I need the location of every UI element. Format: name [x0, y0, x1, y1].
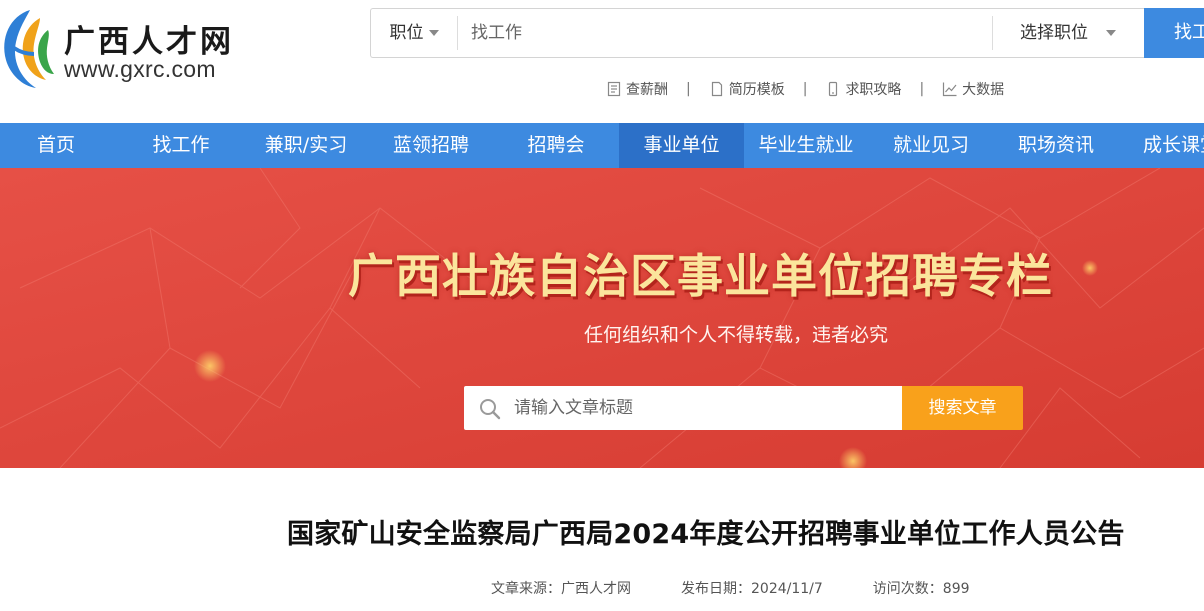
nav-item-internship[interactable]: 就业见习	[875, 123, 987, 168]
nav-item-part-time[interactable]: 兼职/实习	[250, 123, 362, 168]
article-date: 发布日期：2024/11/7	[681, 581, 823, 597]
job-search-bar: 职位 选择职位 找工作	[370, 8, 1204, 58]
nav-item-blue-collar[interactable]: 蓝领招聘	[375, 123, 487, 168]
article-source: 文章来源：广西人才网	[491, 581, 631, 597]
nav-item-graduates[interactable]: 毕业生就业	[750, 123, 862, 168]
search-jobs-button[interactable]: 找工作	[1144, 8, 1204, 58]
article-title: 国家矿山安全监察局广西局2024年度公开招聘事业单位工作人员公告	[287, 519, 1125, 550]
article-search-input[interactable]	[514, 386, 894, 430]
separator: |	[686, 81, 691, 97]
hero-banner: 广西壮族自治区事业单位招聘专栏 任何组织和个人不得转载，违者必究 搜索文章	[0, 168, 1204, 468]
document-icon	[711, 81, 722, 97]
nav-item-home[interactable]: 首页	[0, 123, 112, 168]
logo-url: www.gxrc.com	[64, 56, 216, 82]
position-select-label: 选择职位	[1020, 23, 1088, 43]
quick-links: 查薪酬 | 简历模板 | 求职攻略 | 大数据	[606, 79, 1004, 99]
separator: |	[919, 81, 925, 97]
site-header: 广西人才网 www.gxrc.com 职位 选择职位 找工作 查薪酬 |	[0, 0, 1204, 123]
logo-mark-icon	[4, 10, 54, 88]
article-meta: 文章来源：广西人才网 发布日期：2024/11/7 访问次数：899	[491, 578, 970, 598]
nav-item-job-fair[interactable]: 招聘会	[500, 123, 612, 168]
quick-link-job-tips[interactable]: 求职攻略	[825, 79, 901, 99]
job-search-input[interactable]	[471, 9, 991, 57]
quick-link-label: 大数据	[962, 82, 1005, 98]
nav-item-public-institutions[interactable]: 事业单位	[619, 123, 744, 168]
banner-title: 广西壮族自治区事业单位招聘专栏	[348, 249, 1053, 303]
quick-link-label: 查薪酬	[626, 82, 668, 98]
article-views: 访问次数：899	[872, 581, 970, 597]
site-logo[interactable]: 广西人才网 www.gxrc.com	[0, 4, 270, 90]
nav-item-growth-class[interactable]: 成长课堂	[1125, 123, 1204, 168]
position-select-dropdown[interactable]: 选择职位	[993, 9, 1143, 57]
quick-link-label: 简历模板	[728, 82, 785, 98]
search-articles-button[interactable]: 搜索文章	[902, 386, 1023, 430]
search-icon	[480, 399, 501, 420]
logo-name: 广西人才网	[64, 24, 234, 60]
divider	[457, 16, 458, 50]
quick-link-salary[interactable]: 查薪酬	[606, 79, 668, 99]
main-nav: 首页 找工作 兼职/实习 蓝领招聘 招聘会 事业单位 毕业生就业 就业见习 职场…	[0, 123, 1204, 168]
chevron-down-icon	[428, 30, 439, 36]
search-type-dropdown[interactable]: 职位	[371, 9, 457, 57]
nav-item-career-news[interactable]: 职场资讯	[1000, 123, 1112, 168]
article-search-box	[464, 386, 902, 430]
separator: |	[802, 81, 808, 97]
quick-link-big-data[interactable]: 大数据	[942, 79, 1004, 99]
banner-subtitle: 任何组织和个人不得转载，违者必究	[584, 324, 889, 346]
search-type-label: 职位	[389, 23, 424, 43]
quick-link-resume-template[interactable]: 简历模板	[709, 79, 785, 99]
nav-item-find-job[interactable]: 找工作	[125, 123, 237, 168]
phone-icon	[829, 81, 838, 97]
file-list-icon	[607, 81, 621, 97]
chevron-down-icon	[1106, 30, 1116, 36]
quick-link-label: 求职攻略	[845, 82, 902, 98]
line-chart-icon	[943, 82, 957, 97]
article-search: 搜索文章	[464, 386, 1023, 430]
